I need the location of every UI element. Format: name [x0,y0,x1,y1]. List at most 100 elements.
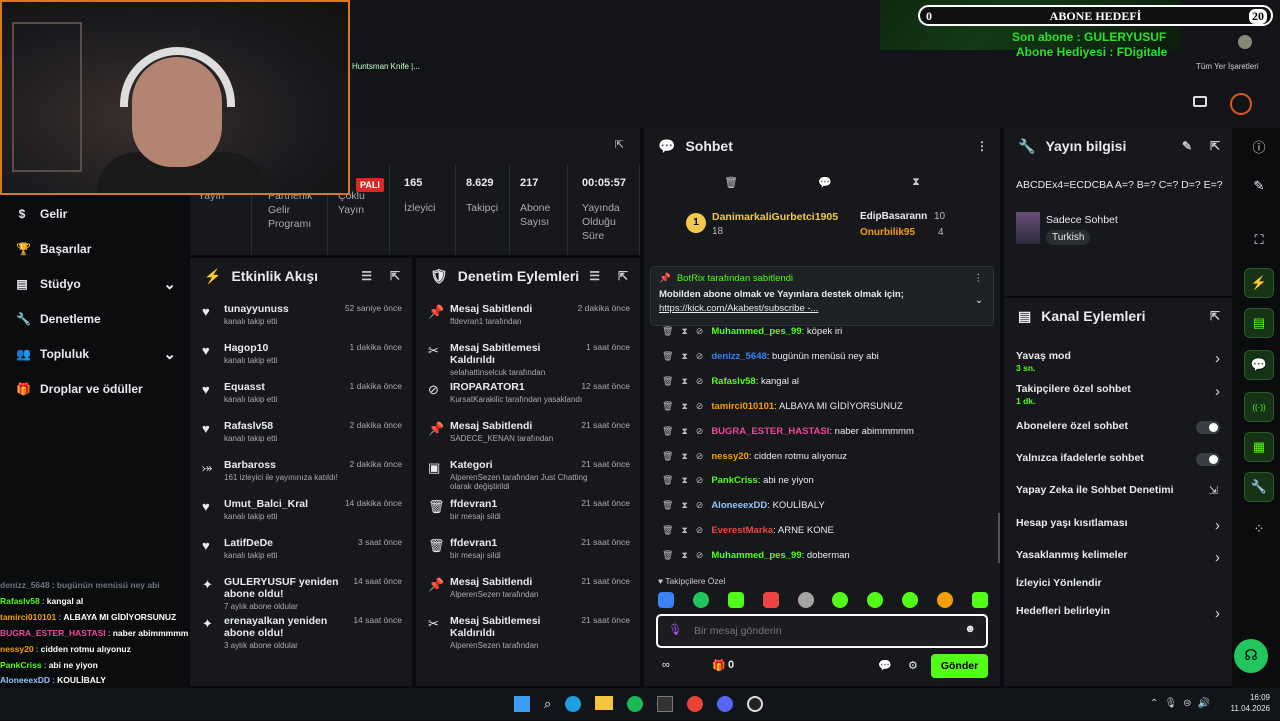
gift-icon[interactable]: 🎁 [712,659,726,672]
channel-action-row[interactable]: Yasaklanmış kelimeler › [1016,549,1222,573]
timeout-icon[interactable]: ⧗ [681,401,687,412]
list-item[interactable]: ⤖ Barbaross 161 izleyici ile yayınınıza ka… [190,454,412,493]
chrome-icon[interactable] [687,696,704,712]
gifter-name[interactable]: Onurbilik95 [860,227,915,238]
gear-icon[interactable]: ⚙ [908,659,918,672]
chevron-down-icon[interactable]: ⌄ [975,295,983,306]
list-item[interactable]: ✂ Mesaj Sabitlemesi Kaldırıldı AlperenSeze… [416,610,640,650]
list-item[interactable]: ♥ Hagop10 kanalı takip etti 1 dakika önce [190,337,412,376]
edit-icon[interactable]: ✎ [1182,139,1192,153]
chevron-right-icon[interactable]: › [1215,350,1220,367]
chat-input-box[interactable]: 🎙 ☻ [656,614,988,648]
pinned-message[interactable]: 📌 BotRix tarafından sabitlendi Mobilden a… [650,266,994,326]
sidebar-item[interactable]: 🏆 Başarılar [16,242,176,256]
pinned-link[interactable]: https://kick.com/Akabest/subscribe -... [659,303,985,314]
toggle-switch[interactable] [1196,421,1220,434]
delete-icon[interactable]: 🗑 [662,326,673,337]
chat-input[interactable] [694,622,944,640]
notes-icon[interactable]: ▤ [1244,308,1274,338]
chat-message[interactable]: 🗑 ⧗ ⊘ Rafaslv58: kangal al [662,376,799,387]
list-item[interactable]: 🗑 ffdevran1 bir mesajı sildi 21 saat önce [416,532,640,571]
ban-icon[interactable]: ⊘ [696,326,704,337]
chat-message[interactable]: 🗑 ⧗ ⊘ denizz_5648: bugünün menüsü ney abi [662,351,879,362]
chat-icon[interactable]: 💬 [818,176,832,189]
chat-username[interactable]: Rafaslv58 [711,376,755,387]
more-icon[interactable]: ⋮ [974,273,984,284]
folder-icon[interactable] [595,696,614,710]
emote-icon[interactable] [692,592,709,608]
chevron-down-icon[interactable]: ⌄ [163,275,176,293]
channel-action-row[interactable]: Takipçilere özel sohbet 1 dk. › [1016,383,1222,407]
list-item[interactable]: ♥ LatifDeDe kanalı takip etti 3 saat önce [190,532,412,571]
bolt-icon[interactable]: ⚡ [1244,268,1274,298]
channel-action-row[interactable]: Yalnızca ifadelerle sohbet [1016,452,1222,476]
spotify-icon[interactable] [627,696,644,712]
all-bookmarks[interactable]: Tüm Yer İşaretleri [1196,62,1259,71]
chat-username[interactable]: EverestMarka [711,525,773,536]
chevron-down-icon[interactable]: ⌄ [163,345,176,363]
chat-message[interactable]: 🗑 ⧗ ⊘ BUGRA_ESTER_HASTASI: naber abimmmmm [662,426,914,437]
popout-icon[interactable]: ⇱ [618,269,628,283]
gifter-name[interactable]: DanimarkaliGurbetci1905 [712,211,838,223]
edge-icon[interactable] [565,696,582,712]
chat-message[interactable]: 🗑 ⧗ ⊘ AloneeexDD: KOULİBALY [662,500,825,511]
list-item[interactable]: 📌 Mesaj Sabitlendi SADECE_KENAN tarafından… [416,415,640,454]
delete-icon[interactable]: 🗑 [662,376,673,387]
chat-username[interactable]: nessy20 [711,451,749,462]
clock[interactable]: 16:09 11.04.2026 [1228,693,1270,713]
ban-icon[interactable]: ⊘ [696,550,704,561]
info-icon[interactable]: ⓘ [1244,131,1274,161]
emote-icon[interactable] [902,592,919,608]
list-item[interactable]: ♥ Rafaslv58 kanalı takip etti 2 dakika önce [190,415,412,454]
filter-icon[interactable]: ☰ [361,269,372,283]
chevron-right-icon[interactable]: › [1215,605,1220,622]
timeout-icon[interactable]: ⧗ [681,500,687,511]
list-item[interactable]: ♥ Equasst kanalı takip etti 1 dakika önce [190,376,412,415]
chat-username[interactable]: AloneeexDD [711,500,767,511]
chat-message[interactable]: 🗑 ⧗ ⊘ PankCriss: abi ne yiyon [662,475,814,486]
timeout-icon[interactable]: ⧗ [681,326,687,337]
ban-icon[interactable]: ⊘ [696,475,704,486]
channel-action-row[interactable]: Hedefleri belirleyin › [1016,605,1222,629]
chevron-right-icon[interactable]: › [1215,517,1220,534]
chat-icon[interactable]: 💬 [1244,350,1274,380]
popout-icon[interactable]: ⇱ [615,138,624,151]
emote-icon[interactable] [832,592,849,608]
channel-action-row[interactable]: İzleyici Yönlendir [1016,577,1222,601]
delete-icon[interactable]: 🗑 [662,426,673,437]
chat-username[interactable]: Muhammed_pes_99 [711,550,801,561]
sidebar-item[interactable]: 👥 Topluluk ⌄ [16,345,176,363]
help-button[interactable]: ☊ [1234,639,1268,673]
timeout-icon[interactable]: ⧗ [681,351,687,362]
emote-icon[interactable] [658,592,674,608]
discord-icon[interactable] [717,696,734,712]
ban-icon[interactable]: ⊘ [696,451,704,462]
toggle-switch[interactable] [1196,453,1220,466]
delete-icon[interactable]: 🗑 [662,550,673,561]
bookmark-item[interactable]: Huntsman Knife |... [352,62,420,71]
search-icon[interactable]: ⌕ [544,696,551,712]
terminal-icon[interactable] [657,696,674,712]
popout-icon[interactable]: ⇱ [390,269,400,283]
emote-icon[interactable] [762,592,779,608]
chat-username[interactable]: denizz_5648 [711,351,766,362]
chat-message[interactable]: 🗑 ⧗ ⊘ tamirci010101: ALBAYA MI GİDİYORSUNUZ [662,401,903,412]
windows-start-icon[interactable] [514,696,530,712]
emote-icon[interactable] [797,592,814,608]
ban-icon[interactable]: ⊘ [696,351,704,362]
expand-icon[interactable]: ⛶ [1244,225,1274,255]
delete-icon[interactable]: 🗑 [662,451,673,462]
chat-username[interactable]: tamirci010101 [711,401,774,412]
hourglass-icon[interactable]: ⧗ [912,176,920,189]
list-item[interactable]: 📌 Mesaj Sabitlendi ffdevran1 tarafından 2 d… [416,298,640,337]
list-item[interactable]: ✂ Mesaj Sabitlemesi Kaldırıldı selahattins… [416,337,640,377]
emote-icon[interactable] [867,592,884,608]
emote-icon[interactable] [937,592,953,608]
ban-icon[interactable]: ⊘ [696,401,704,412]
list-item[interactable]: ⊘ IROPARATOR1 KursatKarakilic tarafından y… [416,376,640,415]
profile-avatar[interactable] [1238,35,1252,49]
ban-icon[interactable]: ⊘ [696,500,704,511]
filter-icon[interactable]: ☰ [589,269,600,283]
channel-action-row[interactable]: Yapay Zeka ile Sohbet Denetimi ⇲ [1016,484,1222,508]
dots-icon[interactable]: ⁘ [1244,514,1274,544]
